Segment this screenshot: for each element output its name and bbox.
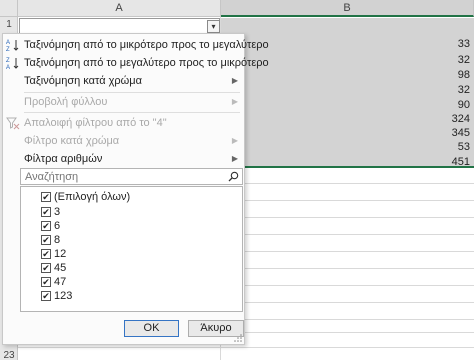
search-input[interactable] xyxy=(23,169,227,184)
select-all-corner[interactable] xyxy=(0,0,18,17)
menu-separator xyxy=(24,112,240,113)
list-item-label: 12 xyxy=(54,248,67,260)
menu-item-label: Φίλτρα αριθμών xyxy=(24,153,103,165)
list-item-label: 3 xyxy=(54,206,61,218)
checkbox[interactable]: ✔ xyxy=(41,221,51,231)
sort-ascending-icon: A Z xyxy=(6,40,19,52)
checkbox[interactable]: ✔ xyxy=(41,249,51,259)
menu-item-number-filters[interactable]: Φίλτρα αριθμών ▶ xyxy=(3,150,244,168)
autofilter-menu: A Z Ταξινόμηση από το μικρότερο προς το … xyxy=(2,33,269,345)
menu-item-label: Ταξινόμηση από το μικρότερο προς το μεγα… xyxy=(24,39,269,51)
cell-value[interactable]: 90 xyxy=(221,99,470,111)
svg-text:Z: Z xyxy=(6,47,10,52)
checkbox[interactable]: ✔ xyxy=(41,263,51,273)
list-item-label: 6 xyxy=(54,220,61,232)
menu-item-label: Απαλοιφή φίλτρου από το "4" xyxy=(24,117,167,129)
menu-item-label: Ταξινόμηση κατά χρώμα xyxy=(24,75,142,87)
sort-descending-icon: Z A xyxy=(6,58,19,70)
submenu-arrow-icon: ▶ xyxy=(231,76,238,85)
cell-value[interactable]: 324 xyxy=(221,113,470,125)
checkbox[interactable]: ✔ xyxy=(41,277,51,287)
row-number-1[interactable]: 1 xyxy=(0,19,18,30)
checkbox[interactable]: ✔ xyxy=(41,235,51,245)
cell-value[interactable]: 32 xyxy=(221,84,470,96)
list-item-label: 123 xyxy=(54,290,73,302)
ok-button[interactable]: OK xyxy=(124,320,179,337)
list-item-label: 45 xyxy=(54,262,67,274)
clear-filter-icon xyxy=(6,117,20,130)
row-number-23[interactable]: 23 xyxy=(0,350,18,361)
svg-text:A: A xyxy=(6,65,10,70)
column-header-b[interactable]: B xyxy=(221,0,474,17)
search-box[interactable] xyxy=(20,168,243,185)
autofilter-dropdown-button[interactable]: ▾ xyxy=(207,20,220,33)
list-item-label: 47 xyxy=(54,276,67,288)
checkbox[interactable]: ✔ xyxy=(41,291,51,301)
menu-item-label: Ταξινόμηση από το μεγαλύτερο προς το μικ… xyxy=(24,57,269,69)
cell-value[interactable]: 345 xyxy=(221,127,470,139)
values-list[interactable]: ✔ (Επιλογή όλων) ✔ 3 ✔ 6 ✔ 8 ✔ 12 ✔ 45 ✔… xyxy=(20,186,243,312)
menu-item-filter-by-color: Φίλτρο κατά χρώμα ▶ xyxy=(3,132,244,150)
menu-item-sort-by-color[interactable]: Ταξινόμηση κατά χρώμα ▶ xyxy=(3,72,244,90)
column-header-a[interactable]: A xyxy=(18,0,221,17)
list-item-label: 8 xyxy=(54,234,61,246)
svg-text:Z: Z xyxy=(6,58,10,64)
submenu-arrow-icon: ▶ xyxy=(231,154,238,163)
menu-item-label: Προβολή φύλλου xyxy=(24,96,108,108)
grid-line xyxy=(18,347,474,348)
menu-item-sort-ascending[interactable]: A Z Ταξινόμηση από το μικρότερο προς το … xyxy=(3,36,269,54)
submenu-arrow-icon: ▶ xyxy=(231,97,238,106)
checkbox[interactable]: ✔ xyxy=(41,192,51,202)
menu-item-sheet-view: Προβολή φύλλου ▶ xyxy=(3,93,244,111)
svg-text:A: A xyxy=(6,40,10,46)
selection-border xyxy=(220,166,474,168)
search-icon xyxy=(228,171,239,182)
menu-item-sort-descending[interactable]: Z A Ταξινόμηση από το μεγαλύτερο προς το… xyxy=(3,54,269,72)
menu-item-clear-filter: Απαλοιφή φίλτρου από το "4" xyxy=(3,114,244,132)
menu-item-label: Φίλτρο κατά χρώμα xyxy=(24,135,120,147)
resize-grip-icon[interactable] xyxy=(234,334,242,342)
cell-value[interactable]: 53 xyxy=(221,141,470,153)
submenu-arrow-icon: ▶ xyxy=(231,136,238,145)
list-item-label: (Επιλογή όλων) xyxy=(54,191,131,203)
checkbox[interactable]: ✔ xyxy=(41,207,51,217)
